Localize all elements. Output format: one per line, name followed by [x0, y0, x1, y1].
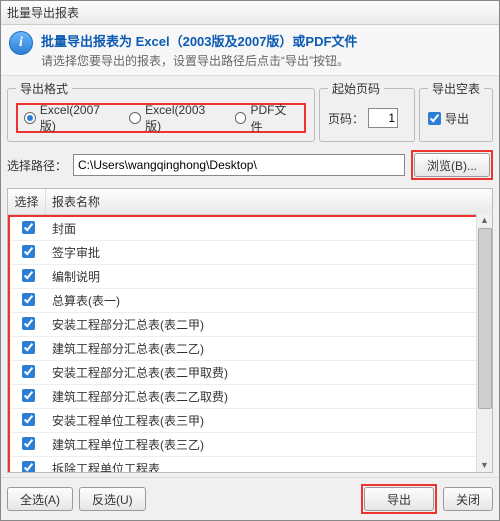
start-page-legend: 起始页码	[328, 80, 384, 97]
table-row[interactable]: 签字审批	[10, 241, 490, 265]
grid-body: 封面签字审批编制说明总算表(表一) 安装工程部分汇总表(表二甲) 建筑工程部分汇总表…	[8, 215, 492, 472]
export-empty-group: 导出空表 导出	[419, 80, 493, 142]
radio-excel-2003[interactable]: Excel(2003版)	[129, 103, 220, 134]
page-label: 页码：	[328, 110, 364, 127]
row-name-cell: 安装工程部分汇总表(表二甲取费)	[46, 364, 490, 381]
row-name-cell: 总算表(表一)	[46, 292, 490, 309]
row-checkbox[interactable]	[22, 389, 35, 402]
row-checkbox[interactable]	[22, 365, 35, 378]
table-row[interactable]: 拆除工程单位工程表	[10, 457, 490, 472]
row-select-cell	[10, 293, 46, 309]
grid-header-name[interactable]: 报表名称	[46, 189, 492, 214]
row-checkbox[interactable]	[22, 413, 35, 426]
table-row[interactable]: 安装工程部分汇总表(表二甲)	[10, 313, 490, 337]
row-name-cell: 封面	[46, 220, 490, 237]
dialog-window: 批量导出报表 i 批量导出报表为 Excel（2003版及2007版）或PDF文…	[0, 0, 500, 521]
titlebar[interactable]: 批量导出报表	[1, 1, 499, 25]
row-name-cell: 签字审批	[46, 244, 490, 261]
table-row[interactable]: 建筑工程部分汇总表(表二乙)	[10, 337, 490, 361]
row-checkbox[interactable]	[22, 293, 35, 306]
row-select-cell	[10, 413, 46, 429]
row-name-cell: 拆除工程单位工程表	[46, 460, 490, 472]
row-select-cell	[10, 245, 46, 261]
row-select-cell	[10, 461, 46, 473]
export-button[interactable]: 导出	[364, 487, 434, 511]
row-select-cell	[10, 389, 46, 405]
row-checkbox[interactable]	[22, 461, 35, 473]
row-name-cell: 建筑工程部分汇总表(表二乙取费)	[46, 388, 490, 405]
table-row[interactable]: 建筑工程单位工程表(表三乙)	[10, 433, 490, 457]
grid-header-select[interactable]: 选择	[8, 189, 46, 214]
report-grid: 选择 报表名称 封面签字审批编制说明总算表(表一) 安装工程部分汇总表(表二甲) 建…	[7, 188, 493, 473]
table-row[interactable]: 总算表(表一)	[10, 289, 490, 313]
browse-button[interactable]: 浏览(B)...	[414, 153, 490, 177]
page-input[interactable]	[368, 108, 398, 128]
export-highlight-box: 导出	[361, 484, 437, 514]
path-row: 选择路径： 浏览(B)...	[1, 146, 499, 184]
footer: 全选(A) 反选(U) 导出 关闭	[1, 477, 499, 520]
row-name-cell: 安装工程部分汇总表(表二甲)	[46, 316, 490, 333]
grid-highlight-box: 封面签字审批编制说明总算表(表一) 安装工程部分汇总表(表二甲) 建筑工程部分汇总表…	[8, 215, 492, 472]
table-row[interactable]: 安装工程单位工程表(表三甲)	[10, 409, 490, 433]
row-select-cell	[10, 269, 46, 285]
row-name-cell: 建筑工程部分汇总表(表二乙)	[46, 340, 490, 357]
row-name-cell: 编制说明	[46, 268, 490, 285]
radio-pdf[interactable]: PDF文件	[235, 101, 298, 135]
export-empty-label: 导出	[445, 110, 469, 127]
format-highlight-box: Excel(2007版) Excel(2003版) PDF文件	[16, 103, 306, 133]
scroll-up-icon[interactable]: ▲	[477, 213, 492, 227]
row-checkbox[interactable]	[22, 245, 35, 258]
scroll-thumb[interactable]	[478, 228, 492, 409]
invert-selection-button[interactable]: 反选(U)	[79, 487, 146, 511]
row-name-cell: 建筑工程单位工程表(表三乙)	[46, 436, 490, 453]
row-checkbox[interactable]	[22, 341, 35, 354]
row-checkbox[interactable]	[22, 317, 35, 330]
export-format-legend: 导出格式	[16, 80, 72, 97]
close-button[interactable]: 关闭	[443, 487, 493, 511]
row-select-cell	[10, 437, 46, 453]
row-select-cell	[10, 221, 46, 237]
export-format-group: 导出格式 Excel(2007版) Excel(2003版) PDF文件	[7, 80, 315, 142]
start-page-group: 起始页码 页码：	[319, 80, 415, 142]
info-bar: i 批量导出报表为 Excel（2003版及2007版）或PDF文件 请选择您要…	[1, 25, 499, 76]
row-select-cell	[10, 317, 46, 333]
vertical-scrollbar[interactable]: ▲ ▼	[476, 213, 492, 472]
row-checkbox[interactable]	[22, 221, 35, 234]
browse-highlight-box: 浏览(B)...	[411, 150, 493, 180]
info-subtext: 请选择您要导出的报表，设置导出路径后点击“导出”按钮。	[41, 52, 357, 69]
radio-icon	[129, 112, 141, 124]
row-name-cell: 安装工程单位工程表(表三甲)	[46, 412, 490, 429]
radio-icon	[235, 112, 247, 124]
row-checkbox[interactable]	[22, 269, 35, 282]
path-label: 选择路径：	[7, 157, 67, 174]
info-heading: 批量导出报表为 Excel（2003版及2007版）或PDF文件	[41, 31, 357, 50]
table-row[interactable]: 封面	[10, 217, 490, 241]
row-checkbox[interactable]	[22, 437, 35, 450]
table-row[interactable]: 建筑工程部分汇总表(表二乙取费)	[10, 385, 490, 409]
table-row[interactable]: 编制说明	[10, 265, 490, 289]
window-title: 批量导出报表	[7, 4, 79, 21]
select-all-button[interactable]: 全选(A)	[7, 487, 73, 511]
row-select-cell	[10, 365, 46, 381]
export-empty-checkbox[interactable]	[428, 112, 441, 125]
info-icon: i	[9, 31, 33, 55]
path-input[interactable]	[73, 154, 405, 176]
export-empty-legend: 导出空表	[428, 80, 484, 97]
row-select-cell	[10, 341, 46, 357]
radio-icon	[24, 112, 36, 124]
scroll-down-icon[interactable]: ▼	[477, 458, 492, 472]
table-row[interactable]: 安装工程部分汇总表(表二甲取费)	[10, 361, 490, 385]
radio-excel-2007[interactable]: Excel(2007版)	[24, 103, 115, 134]
